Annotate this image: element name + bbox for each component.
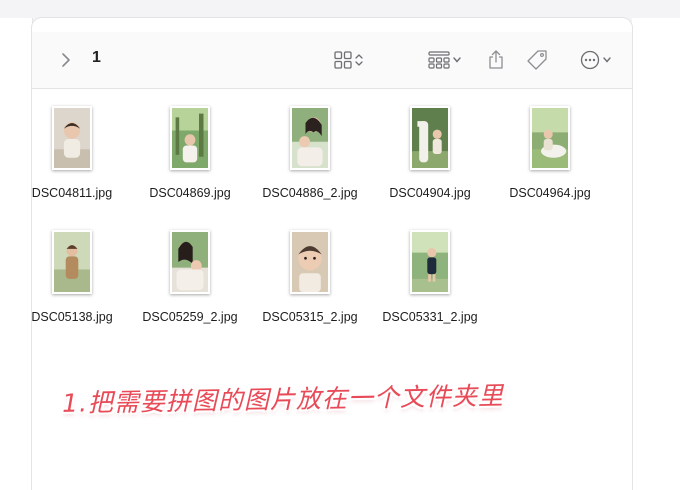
file-item[interactable]: DSC05315_2.jpg	[254, 230, 366, 340]
file-item[interactable]: DSC05138.jpg	[16, 230, 128, 340]
file-name: DSC05315_2.jpg	[262, 310, 358, 324]
desktop-top-band	[0, 0, 680, 18]
group-button[interactable]	[424, 48, 464, 72]
share-icon	[489, 50, 503, 69]
group-view-icon	[427, 51, 450, 69]
finder-toolbar: 1	[32, 32, 632, 89]
grid-view-icon	[333, 51, 352, 69]
folder-title: 1	[92, 49, 101, 66]
photo-thumbnail	[410, 230, 450, 294]
file-item[interactable]: DSC04811.jpg	[16, 106, 128, 216]
back-button[interactable]	[58, 48, 74, 72]
file-item[interactable]: DSC04904.jpg	[374, 106, 486, 216]
file-name: DSC04964.jpg	[509, 186, 591, 200]
file-name: DSC05331_2.jpg	[382, 310, 478, 324]
chevron-down-icon	[602, 57, 611, 63]
more-actions-button[interactable]	[575, 48, 615, 72]
photo-thumbnail	[530, 106, 570, 170]
file-name: DSC05259_2.jpg	[142, 310, 238, 324]
file-item[interactable]: DSC05259_2.jpg	[134, 230, 246, 340]
file-name: DSC04869.jpg	[149, 186, 231, 200]
chevron-right-icon	[62, 53, 70, 67]
share-button[interactable]	[487, 48, 505, 72]
view-mode-button[interactable]	[328, 48, 368, 72]
photo-thumbnail	[52, 106, 92, 170]
tag-icon	[527, 50, 547, 70]
file-item[interactable]: DSC05331_2.jpg	[374, 230, 486, 340]
window-right-area	[632, 18, 680, 490]
file-item[interactable]: DSC04886_2.jpg	[254, 106, 366, 216]
photo-thumbnail	[170, 106, 210, 170]
photo-thumbnail	[290, 230, 330, 294]
photo-thumbnail	[290, 106, 330, 170]
file-name: DSC04811.jpg	[31, 186, 113, 200]
photo-thumbnail	[170, 230, 210, 294]
photo-thumbnail	[52, 230, 92, 294]
photo-thumbnail	[410, 106, 450, 170]
chevron-down-icon	[452, 57, 461, 63]
instruction-caption: 1.把需要拼图的图片放在一个文件夹里	[61, 381, 505, 418]
file-item[interactable]: DSC04869.jpg	[134, 106, 246, 216]
file-name: DSC04886_2.jpg	[262, 186, 358, 200]
tag-button[interactable]	[525, 48, 549, 72]
file-name: DSC05138.jpg	[31, 310, 113, 324]
file-name: DSC04904.jpg	[389, 186, 471, 200]
updown-chevron-icon	[354, 54, 363, 66]
more-icon	[580, 50, 599, 70]
file-item[interactable]: DSC04964.jpg	[494, 106, 606, 216]
